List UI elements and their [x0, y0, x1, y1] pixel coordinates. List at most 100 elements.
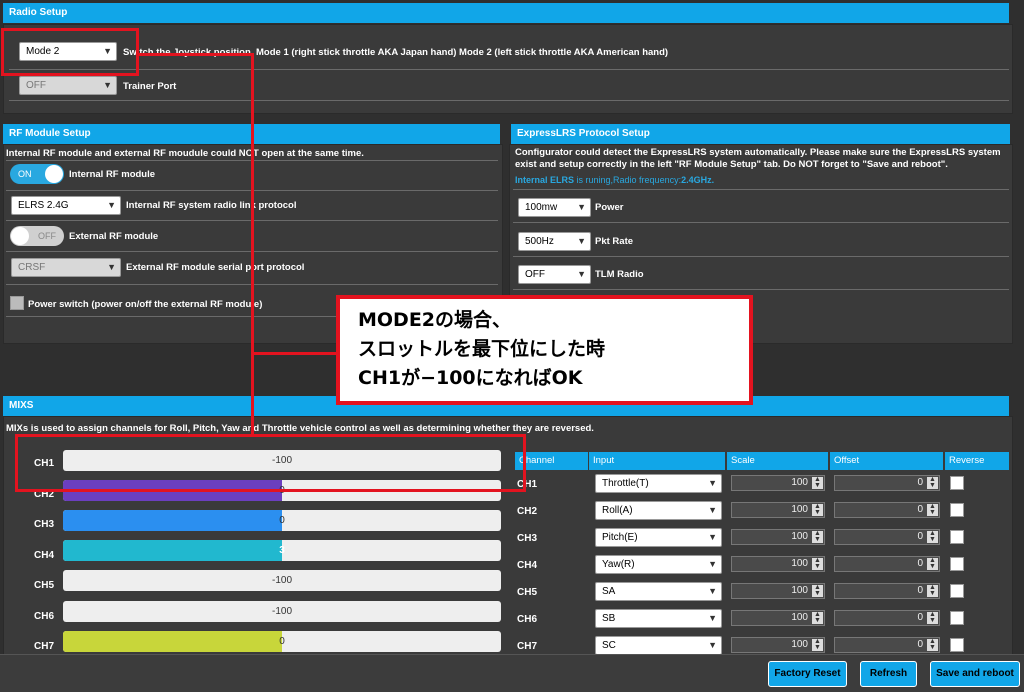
channel-bar-value: -100: [271, 575, 292, 586]
chevron-down-icon: ▼: [708, 559, 717, 569]
spinner-icon[interactable]: ▲ ▼: [927, 503, 938, 516]
offset-input[interactable]: 0 ▲ ▼: [834, 610, 940, 626]
refresh-button[interactable]: Refresh: [860, 661, 917, 687]
channel-bar-value: -100: [271, 606, 292, 617]
annotation-line2: スロットルを最下位にした時: [358, 338, 606, 360]
row-channel: CH2: [517, 506, 538, 517]
offset-input[interactable]: 0 ▲ ▼: [834, 475, 940, 491]
power-value: 100mw: [525, 202, 558, 213]
annotation-text: MODE2の場合、 スロットルを最下位にした時 CH1が−100になればOK: [358, 306, 605, 393]
power-select[interactable]: 100mw ▼: [518, 198, 591, 217]
reverse-checkbox[interactable]: [950, 530, 964, 544]
trainer-port-select[interactable]: OFF ▼: [19, 76, 117, 95]
save-and-reboot-button[interactable]: Save and reboot: [930, 661, 1020, 687]
reverse-checkbox[interactable]: [950, 503, 964, 517]
column-header-reverse: Reverse: [945, 452, 1009, 470]
scale-input[interactable]: 100 ▲ ▼: [731, 475, 825, 491]
chevron-down-icon: ▼: [577, 236, 586, 246]
reverse-checkbox[interactable]: [950, 584, 964, 598]
row-channel: CH4: [517, 560, 538, 571]
spinner-icon[interactable]: ▲ ▼: [927, 476, 938, 489]
offset-input[interactable]: 0 ▲ ▼: [834, 529, 940, 545]
annotation-connector: [251, 352, 337, 355]
external-rf-label: External RF module: [69, 231, 159, 242]
power-switch-checkbox[interactable]: [10, 296, 24, 310]
scale-input[interactable]: 100 ▲ ▼: [731, 556, 825, 572]
spinner-icon[interactable]: ▲ ▼: [812, 503, 823, 516]
toggle-knob: [11, 227, 29, 245]
divider: [513, 222, 1009, 223]
chevron-down-icon: ▼: [577, 269, 586, 279]
channel-bar-value: 3: [279, 545, 285, 556]
radio-setup-header: Radio Setup: [3, 3, 1009, 23]
input-select[interactable]: SC ▼: [595, 636, 722, 655]
spinner-icon[interactable]: ▲ ▼: [812, 584, 823, 597]
scale-input[interactable]: 100 ▲ ▼: [731, 502, 825, 518]
offset-value: 0: [917, 477, 923, 488]
channel-label: CH7: [34, 641, 55, 652]
spinner-icon[interactable]: ▲ ▼: [927, 557, 938, 570]
scale-input[interactable]: 100 ▲ ▼: [731, 610, 825, 626]
offset-input[interactable]: 0 ▲ ▼: [834, 502, 940, 518]
reverse-checkbox[interactable]: [950, 638, 964, 652]
input-select[interactable]: SB ▼: [595, 609, 722, 628]
spinner-icon[interactable]: ▲ ▼: [927, 530, 938, 543]
scale-value: 100: [791, 477, 808, 488]
chevron-down-icon: ▼: [708, 532, 717, 542]
input-select[interactable]: Throttle(T) ▼: [595, 474, 722, 493]
offset-value: 0: [917, 639, 923, 650]
serial-protocol-select[interactable]: CRSF ▼: [11, 258, 121, 277]
rf-module-note: Internal RF module and external RF moudu…: [6, 148, 364, 159]
elrs-status-mid: is runing,Radio frequency:: [574, 175, 682, 185]
offset-value: 0: [917, 612, 923, 623]
input-select[interactable]: SA ▼: [595, 582, 722, 601]
input-select[interactable]: Pitch(E) ▼: [595, 528, 722, 547]
column-header-input: Input: [589, 452, 725, 470]
input-select[interactable]: Yaw(R) ▼: [595, 555, 722, 574]
chevron-down-icon: ▼: [708, 640, 717, 650]
chevron-down-icon: ▼: [708, 505, 717, 515]
rf-protocol-select[interactable]: ELRS 2.4G ▼: [11, 196, 121, 215]
divider: [513, 189, 1009, 190]
spinner-icon[interactable]: ▲ ▼: [927, 584, 938, 597]
reverse-checkbox[interactable]: [950, 611, 964, 625]
offset-value: 0: [917, 558, 923, 569]
offset-input[interactable]: 0 ▲ ▼: [834, 583, 940, 599]
elrs-status-freq: 2.4GHz.: [681, 175, 715, 185]
internal-rf-toggle[interactable]: ON: [10, 164, 64, 184]
spinner-icon[interactable]: ▲ ▼: [812, 611, 823, 624]
spinner-icon[interactable]: ▲ ▼: [812, 638, 823, 651]
input-select[interactable]: Roll(A) ▼: [595, 501, 722, 520]
highlight-mode-select: [1, 28, 139, 76]
power-switch-label: Power switch (power on/off the external …: [28, 299, 263, 310]
pkt-rate-value: 500Hz: [525, 236, 554, 247]
scale-input[interactable]: 100 ▲ ▼: [731, 583, 825, 599]
chevron-down-icon: ▼: [103, 80, 112, 90]
annotation-connector: [138, 53, 253, 56]
spinner-icon[interactable]: ▲ ▼: [812, 530, 823, 543]
input-select-value: SA: [602, 586, 616, 597]
tlm-radio-select[interactable]: OFF ▼: [518, 265, 591, 284]
trainer-port-label: Trainer Port: [123, 81, 177, 92]
chevron-down-icon: ▼: [708, 478, 717, 488]
power-label: Power: [595, 202, 624, 213]
factory-reset-button[interactable]: Factory Reset: [768, 661, 847, 687]
elrs-description: Configurator could detect the ExpressLRS…: [515, 147, 1001, 170]
column-header-offset: Offset: [830, 452, 943, 470]
pkt-rate-select[interactable]: 500Hz ▼: [518, 232, 591, 251]
spinner-icon[interactable]: ▲ ▼: [927, 638, 938, 651]
offset-input[interactable]: 0 ▲ ▼: [834, 637, 940, 653]
chevron-down-icon: ▼: [577, 202, 586, 212]
offset-input[interactable]: 0 ▲ ▼: [834, 556, 940, 572]
external-rf-toggle[interactable]: OFF: [10, 226, 64, 246]
scale-input[interactable]: 100 ▲ ▼: [731, 529, 825, 545]
channel-label: CH6: [34, 611, 55, 622]
spinner-icon[interactable]: ▲ ▼: [927, 611, 938, 624]
chevron-down-icon: ▼: [107, 262, 116, 272]
reverse-checkbox[interactable]: [950, 557, 964, 571]
row-channel: CH5: [517, 587, 538, 598]
spinner-icon[interactable]: ▲ ▼: [812, 557, 823, 570]
scale-input[interactable]: 100 ▲ ▼: [731, 637, 825, 653]
reverse-checkbox[interactable]: [950, 476, 964, 490]
spinner-icon[interactable]: ▲ ▼: [812, 476, 823, 489]
